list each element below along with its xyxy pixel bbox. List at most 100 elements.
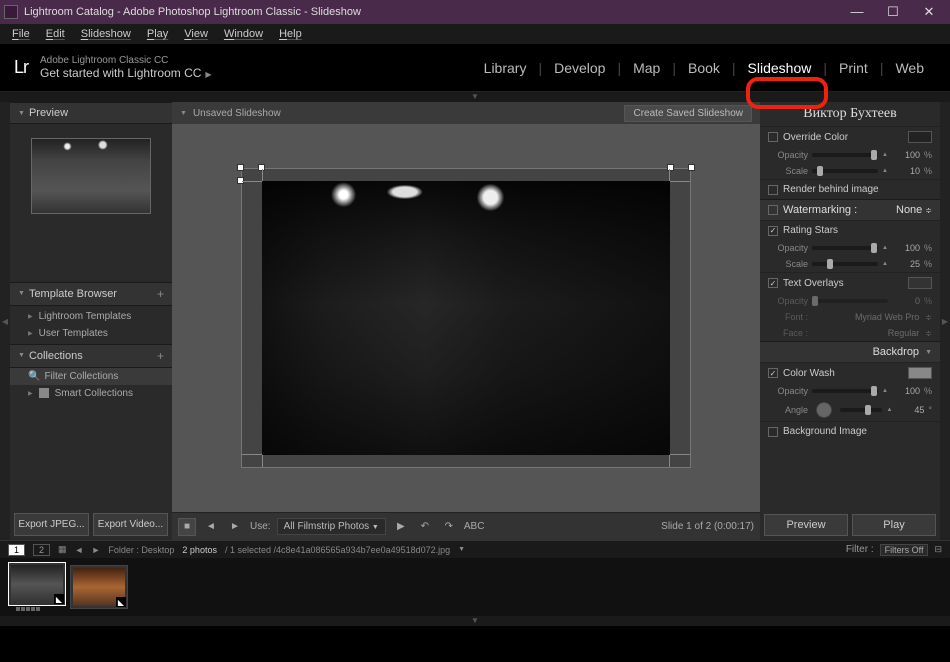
maximize-button[interactable]: ☐ [884,4,902,20]
preview-button[interactable]: Preview [764,514,848,536]
photo-count: 2 photos [182,545,217,555]
close-button[interactable]: ✕ [920,4,938,20]
export-jpeg-button[interactable]: Export JPEG... [14,513,89,536]
template-browser-header[interactable]: ▼Template Browser+ [10,282,172,306]
opacity-slider[interactable] [812,153,878,157]
slide-frame[interactable] [241,168,691,468]
smart-collections-item[interactable]: ▶Smart Collections [10,385,172,402]
override-color-check[interactable]: Override Color [760,126,940,147]
rating-opacity-slider[interactable] [812,246,878,250]
angle-knob[interactable] [816,402,832,418]
text-overlays-check[interactable]: Text Overlays [760,272,940,293]
preview-header[interactable]: ▼Preview [10,102,172,124]
filter-collections[interactable]: 🔍Filter Collections [10,368,172,385]
folder-path[interactable]: Folder : Desktop [108,545,174,555]
filter-lock-icon[interactable]: ⊟ [934,544,942,555]
menu-bar: File Edit Slideshow Play View Window Hel… [0,24,950,44]
prev-slide-button[interactable]: ◄ [202,518,220,536]
play-button[interactable]: ▶ [392,518,410,536]
lightroom-templates-item[interactable]: ▶Lightroom Templates [10,308,172,325]
rating-stars-check[interactable]: Rating Stars [760,220,940,240]
slide-status: Slide 1 of 2 (0:00:17) [661,521,754,532]
filmstrip-info-bar: 1 2 ▦ ◄ ► Folder : Desktop 2 photos / 1 … [0,540,950,558]
window-titlebar: Lightroom Catalog - Adobe Photoshop Ligh… [0,0,950,24]
play-button[interactable]: Play [852,514,936,536]
module-book[interactable]: Book [680,56,728,80]
filter-select[interactable]: Filters Off [880,544,929,556]
watermarking-header[interactable]: Watermarking :None≑ [760,199,940,220]
lightroom-logo: Lr [14,57,28,78]
module-develop[interactable]: Develop [546,56,613,80]
next-slide-button[interactable]: ► [226,518,244,536]
menu-view[interactable]: View [178,26,214,42]
menu-play[interactable]: Play [141,26,174,42]
module-print[interactable]: Print [831,56,876,80]
tagline-arrow-icon: ▶ [205,69,211,81]
filmstrip-thumb-2[interactable]: ◣ [70,565,128,609]
slideshow-toolbar: ■ ◄ ► Use: All Filmstrip Photos ▼ ▶ ↶ ↷ … [172,512,760,540]
tagline[interactable]: Get started with Lightroom CC [40,66,201,80]
module-library[interactable]: Library [476,56,535,80]
use-select[interactable]: All Filmstrip Photos ▼ [277,518,386,535]
rotate-ccw-button[interactable]: ↶ [416,518,434,536]
wash-opacity-slider[interactable] [812,389,878,393]
menu-help[interactable]: Help [273,26,308,42]
backdrop-header[interactable]: Backdrop▼ [760,341,940,362]
grid-icon[interactable]: ▦ [58,544,67,555]
minimize-button[interactable]: — [848,4,866,20]
thumb-rating[interactable] [8,606,66,612]
color-wash-check[interactable]: Color Wash [760,362,940,383]
export-video-button[interactable]: Export Video... [93,513,168,536]
collections-header[interactable]: ▼Collections+ [10,344,172,368]
module-slideshow[interactable]: Slideshow [740,56,820,80]
module-web[interactable]: Web [887,56,932,80]
slide-canvas[interactable] [172,124,760,512]
thumb-badge-icon: ◣ [54,594,64,604]
center-area: ▼ Unsaved Slideshow Create Saved Slidesh… [172,102,760,540]
angle-slider[interactable] [840,408,882,412]
render-behind-check[interactable]: Render behind image [760,179,940,199]
rotate-cw-button[interactable]: ↷ [440,518,458,536]
add-template-icon[interactable]: + [157,287,164,301]
user-templates-item[interactable]: ▶User Templates [10,325,172,342]
scale-slider[interactable] [812,169,878,173]
filter-label: Filter : [846,544,874,555]
menu-file[interactable]: File [6,26,36,42]
color-swatch[interactable] [908,131,932,143]
bottom-panel-toggle[interactable]: ▼ [0,616,950,626]
smart-collection-icon [39,388,49,398]
monitor-1[interactable]: 1 [8,544,25,556]
filmstrip[interactable]: ◣ ◣ [0,558,950,616]
nav-back-icon[interactable]: ◄ [75,545,84,555]
guide-handle[interactable] [237,164,244,171]
add-collection-icon[interactable]: + [157,349,164,363]
slide-photo[interactable] [262,181,670,455]
module-map[interactable]: Map [625,56,668,80]
wash-color-swatch[interactable] [908,367,932,379]
slideshow-disclosure-icon[interactable]: ▼ [180,110,187,117]
filmstrip-thumb-1[interactable]: ◣ [8,562,66,606]
menu-edit[interactable]: Edit [40,26,71,42]
preview-thumbnail[interactable] [31,138,151,214]
window-title: Lightroom Catalog - Adobe Photoshop Ligh… [24,6,848,18]
abc-button[interactable]: ABC [464,521,485,532]
text-opacity-slider [812,299,888,303]
slideshow-title: Unsaved Slideshow [193,108,281,119]
rating-scale-slider[interactable] [812,262,878,266]
thumb-badge-icon: ◣ [116,597,126,607]
create-saved-slideshow-button[interactable]: Create Saved Slideshow [624,105,752,122]
background-image-check[interactable]: Background Image [760,421,940,441]
top-panel-toggle[interactable]: ▼ [0,92,950,102]
right-panel: Виктор Бухтеев Override Color Opacity▲10… [760,102,940,540]
monitor-2[interactable]: 2 [33,544,50,556]
text-color-swatch[interactable] [908,277,932,289]
module-header: Lr Adobe Lightroom Classic CC Get starte… [0,44,950,92]
menu-window[interactable]: Window [218,26,269,42]
right-panel-toggle[interactable]: ▶ [940,102,950,540]
left-panel-toggle[interactable]: ◀ [0,102,10,540]
nav-fwd-icon[interactable]: ► [91,545,100,555]
identity-plate[interactable]: Виктор Бухтеев [760,102,940,126]
stop-button[interactable]: ■ [178,518,196,536]
menu-slideshow[interactable]: Slideshow [75,26,137,42]
guide-handle[interactable] [688,164,695,171]
